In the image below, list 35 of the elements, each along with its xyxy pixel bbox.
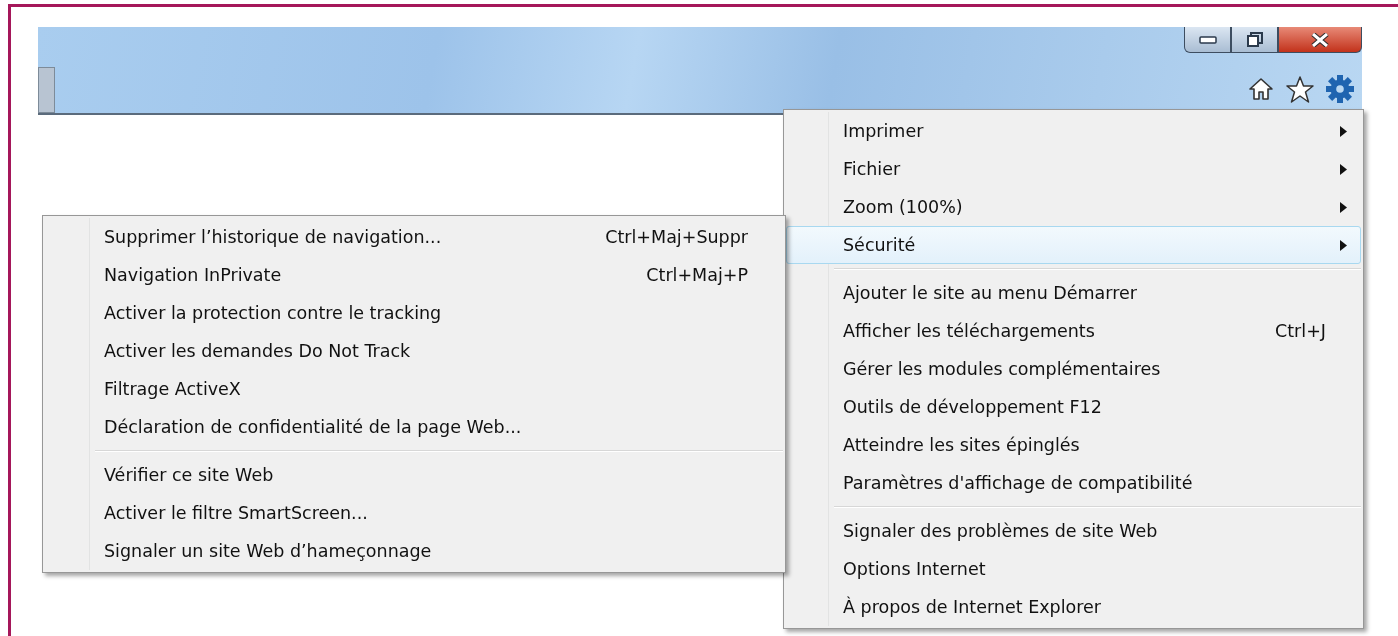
menu-item[interactable]: Activer les demandes Do Not Track	[45, 332, 783, 370]
menu-item[interactable]: Signaler des problèmes de site Web	[786, 512, 1361, 550]
menu-item[interactable]: Outils de développement F12	[786, 388, 1361, 426]
shortcut-text: Ctrl+Maj+Suppr	[605, 227, 748, 247]
tab-edge	[38, 67, 55, 113]
menu-item[interactable]: Navigation InPrivate Ctrl+Maj+P	[45, 256, 783, 294]
menu-item[interactable]: Déclaration de confidentialité de la page Web...	[45, 408, 783, 446]
menu-item[interactable]: Options Internet	[786, 550, 1361, 588]
menu-item[interactable]: Paramètres d'affichage de compatibilité	[786, 464, 1361, 502]
menu-item[interactable]: Supprimer l’historique de navigation... Ctrl+Maj+Suppr	[45, 218, 783, 256]
minimize-button[interactable]	[1184, 27, 1231, 53]
menu-item[interactable]: Sécurité	[786, 226, 1361, 264]
shortcut-text: Ctrl+Maj+P	[646, 265, 748, 285]
menu-item[interactable]: Afficher les téléchargements Ctrl+J	[786, 312, 1361, 350]
shortcut-text: Ctrl+J	[1275, 321, 1326, 341]
home-icon[interactable]	[1248, 77, 1274, 101]
restore-button[interactable]	[1231, 27, 1278, 53]
menu-item[interactable]: Activer la protection contre le tracking	[45, 294, 783, 332]
menu-item[interactable]: Vérifier ce site Web	[45, 456, 783, 494]
close-button[interactable]	[1278, 27, 1362, 53]
menu-item[interactable]: Activer le filtre SmartScreen...	[45, 494, 783, 532]
menu-item[interactable]: À propos de Internet Explorer	[786, 588, 1361, 626]
menu-item[interactable]: Fichier	[786, 150, 1361, 188]
star-icon[interactable]	[1286, 75, 1314, 103]
settings-icon[interactable]	[1326, 75, 1354, 103]
restore-icon	[1246, 31, 1263, 48]
menu-item[interactable]: Atteindre les sites épinglés	[786, 426, 1361, 464]
menu-item[interactable]: Filtrage ActiveX	[45, 370, 783, 408]
menu-item[interactable]: Gérer les modules complémentaires	[786, 350, 1361, 388]
menu-item[interactable]: Imprimer	[786, 112, 1361, 150]
minimize-icon	[1198, 35, 1217, 44]
menu-item[interactable]: Zoom (100%)	[786, 188, 1361, 226]
menu-item[interactable]: Ajouter le site au menu Démarrer	[786, 274, 1361, 312]
menu-item[interactable]: Signaler un site Web d’hameçonnage	[45, 532, 783, 570]
close-icon	[1311, 32, 1329, 47]
